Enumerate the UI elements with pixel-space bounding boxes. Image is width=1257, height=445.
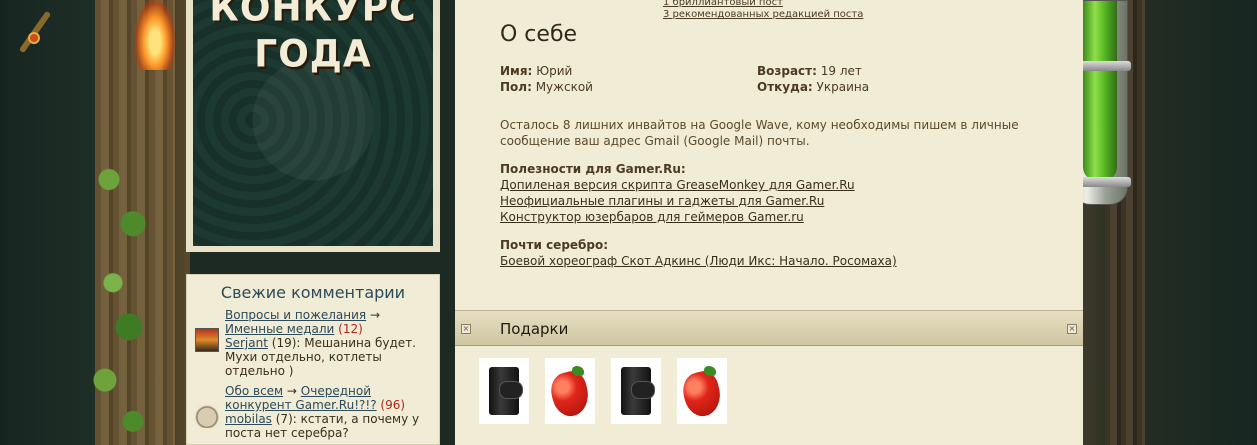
gift-item[interactable]	[611, 358, 661, 424]
gender-label: Пол:	[500, 80, 532, 94]
useful-link-userbars[interactable]: Конструктор юзербаров для геймеров Gamer…	[500, 209, 855, 225]
user-comment-count: (19):	[271, 336, 301, 350]
profile-info-left: Имя: Юрий Пол: Мужской	[500, 63, 593, 95]
gift-item[interactable]	[677, 358, 727, 424]
comment-user-link[interactable]: Serjant	[225, 336, 268, 350]
useful-link-plugins[interactable]: Неофициальные плагины и гаджеты для Game…	[500, 193, 855, 209]
avatar[interactable]	[195, 404, 219, 428]
torch-icon	[18, 0, 82, 55]
user-comment-count: (7):	[275, 412, 297, 426]
avatar[interactable]	[195, 328, 219, 352]
comment-post-link[interactable]: Именные медали	[225, 322, 334, 336]
gifts-list	[479, 358, 727, 424]
comments-title: Свежие комментарии	[220, 283, 406, 302]
useful-link-greasemonkey[interactable]: Допиленая версия скрипта GreaseMonkey дл…	[500, 177, 855, 193]
age-value: 19 лет	[820, 64, 862, 78]
comment-count: (96)	[380, 398, 406, 412]
chili-pepper-icon	[678, 366, 726, 420]
comment-topic-link[interactable]: Обо всем	[225, 384, 283, 398]
useful-title: Полезности для Gamer.Ru:	[500, 162, 686, 176]
diamond-posts-link[interactable]: 1 бриллиантовый пост	[663, 0, 863, 9]
achievement-links: 1 бриллиантовый пост 3 рекомендованных р…	[663, 0, 863, 21]
gifts-title: Подарки	[500, 320, 569, 338]
name-label: Имя:	[500, 64, 533, 78]
fire-decoration	[135, 0, 175, 70]
location-value: Украина	[816, 80, 870, 94]
comment-item: Обо всем → Очередной конкурент Gamer.Ru!…	[195, 384, 431, 440]
comment-item: Вопросы и пожелания → Именные медали (12…	[195, 308, 431, 378]
ivy-decoration	[85, 150, 165, 445]
comment-count: (12)	[338, 322, 363, 336]
collapse-icon[interactable]: ×	[461, 324, 471, 334]
about-text: Осталось 8 лишних инвайтов на Google Wav…	[500, 118, 1019, 148]
silver-title: Почти серебро:	[500, 238, 609, 252]
arrow-separator: →	[366, 308, 381, 322]
name-value: Юрий	[536, 64, 573, 78]
banner-title: КОНКУРС ГОДА	[209, 0, 417, 77]
xbox-console-icon	[489, 367, 523, 415]
silver-link[interactable]: Боевой хореограф Скот Адкинс (Люди Икс: …	[500, 253, 897, 269]
about-title: О себе	[500, 22, 578, 47]
gift-item[interactable]	[479, 358, 529, 424]
age-label: Возраст:	[757, 64, 817, 78]
profile-info-right: Возраст: 19 лет Откуда: Украина	[757, 63, 869, 95]
contest-banner[interactable]: КОНКУРС ГОДА	[186, 0, 440, 252]
useful-section: Полезности для Gamer.Ru: Допиленая верси…	[500, 161, 855, 225]
fresh-comments-panel: Свежие комментарии Вопросы и пожелания →…	[186, 274, 440, 445]
gift-item[interactable]	[545, 358, 595, 424]
chili-pepper-icon	[546, 366, 594, 420]
gender-value: Мужской	[535, 80, 593, 94]
location-label: Откуда:	[757, 80, 813, 94]
close-icon[interactable]: ×	[1067, 324, 1077, 334]
silver-section: Почти серебро: Боевой хореограф Скот Адк…	[500, 237, 897, 269]
comment-topic-link[interactable]: Вопросы и пожелания	[225, 308, 366, 322]
comment-user-link[interactable]: mobilas	[225, 412, 272, 426]
arrow-separator: →	[283, 384, 301, 398]
gifts-header: × Подарки ×	[455, 310, 1083, 346]
recommended-posts-link[interactable]: 3 рекомендованных редакцией поста	[663, 9, 863, 21]
xbox-console-icon	[621, 367, 655, 415]
profile-main: 1 бриллиантовый пост 3 рекомендованных р…	[455, 0, 1083, 445]
